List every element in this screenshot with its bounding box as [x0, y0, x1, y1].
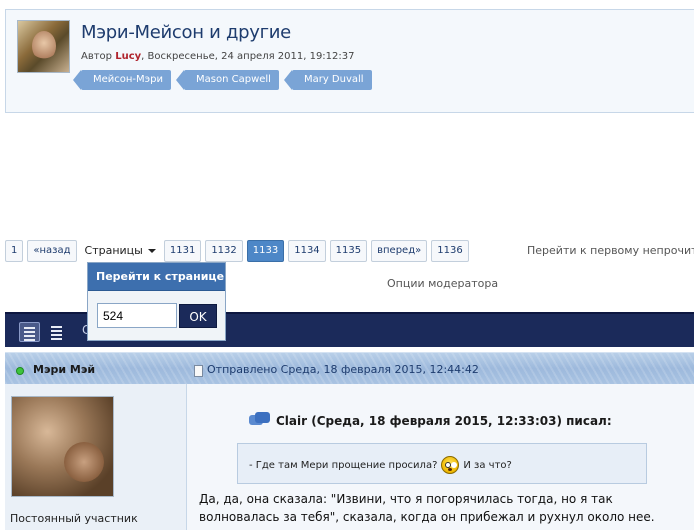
first-unread-link[interactable]: Перейти к первому непрочитанному — [527, 244, 694, 257]
pagination: 1 «назад Страницы 1131 1132 1133 1134 11… — [5, 240, 469, 262]
page-button[interactable]: 1135 — [329, 240, 368, 262]
post-author-name[interactable]: Мэри Мэй — [33, 363, 95, 376]
page-button[interactable]: 1132 — [205, 240, 243, 262]
tag[interactable]: Mason Capwell — [176, 70, 279, 90]
post-body: Постоянный участник Clair (Среда, 18 фев… — [5, 384, 694, 530]
tag[interactable]: Мейсон-Мэри — [72, 70, 172, 90]
page-first-button[interactable]: 1 — [5, 240, 24, 262]
quote-text-part: И за что? — [463, 459, 512, 471]
quote-author: Clair (Среда, 18 февраля 2015, 12:33:03)… — [276, 413, 612, 428]
quote-text-part: - Где там Мери прощение просила? — [249, 459, 438, 471]
thread-title: Мэри-Мейсон и другие — [81, 22, 291, 43]
thread-author-avatar[interactable] — [17, 20, 70, 73]
pages-label: Страницы — [84, 244, 143, 257]
forum-page: Мэри-Мейсон и другие Автор Lucy, Воскрес… — [0, 0, 694, 530]
pages-dropdown[interactable]: Страницы — [81, 240, 160, 262]
page-last-button[interactable]: 1136 — [431, 240, 469, 262]
page-jump-ok-button[interactable]: OK — [179, 304, 217, 328]
document-icon — [194, 365, 203, 377]
page-jump-input[interactable] — [97, 303, 177, 328]
page-next-button[interactable]: вперед» — [371, 240, 428, 262]
smiley-icon — [441, 456, 460, 474]
quote-header: Clair (Среда, 18 февраля 2015, 12:33:03)… — [249, 412, 612, 429]
page-prev-button[interactable]: «назад — [27, 240, 77, 262]
list-view-icon[interactable] — [47, 322, 68, 342]
post-text: Да, да, она сказала: "Извини, что я пого… — [199, 492, 655, 524]
page-current: 1133 — [246, 240, 285, 262]
linear-view-icon[interactable] — [19, 322, 40, 342]
avatar[interactable] — [11, 396, 114, 497]
thread-date: , Воскресенье, 24 апреля 2011, 19:12:37 — [141, 51, 355, 62]
post-header: Мэри Мэй Отправлено Среда, 18 февраля 20… — [5, 352, 694, 384]
page-button[interactable]: 1131 — [163, 240, 202, 262]
tag[interactable]: Mary Duvall — [284, 70, 372, 90]
user-info-column: Постоянный участник — [5, 384, 187, 530]
thread-author-link[interactable]: Lucy — [115, 51, 141, 62]
user-rank: Постоянный участник — [10, 512, 138, 525]
page-button[interactable]: 1134 — [288, 240, 326, 262]
thread-meta: Автор Lucy, Воскресенье, 24 апреля 2011,… — [81, 51, 355, 62]
online-status-icon — [16, 367, 24, 375]
meta-prefix: Автор — [81, 51, 113, 62]
page-jump-popup: Перейти к странице OK — [87, 262, 226, 341]
quote-bubble-icon — [249, 412, 270, 429]
post-date[interactable]: Отправлено Среда, 18 февраля 2015, 12:44… — [207, 363, 479, 376]
page-jump-title: Перейти к странице — [88, 263, 225, 291]
quote-text: - Где там Мери прощение просила? И за чт… — [249, 456, 512, 474]
quote-box: - Где там Мери прощение просила? И за чт… — [237, 443, 647, 484]
chevron-down-icon — [147, 249, 156, 253]
moderator-options-link[interactable]: Опции модератора — [387, 277, 498, 290]
tag-list: Мейсон-Мэри Mason Capwell Mary Duvall — [72, 70, 372, 90]
thread-header: Мэри-Мейсон и другие Автор Lucy, Воскрес… — [5, 9, 694, 113]
